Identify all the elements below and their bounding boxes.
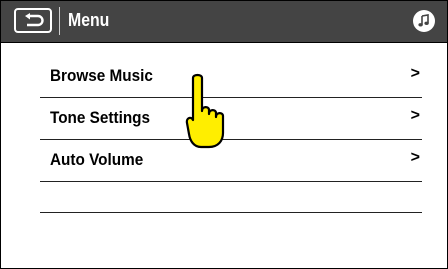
chevron-right-icon: > (410, 65, 420, 82)
music-source-button[interactable] (413, 10, 435, 32)
page-title: Menu (68, 10, 110, 30)
menu-item-label: Browse Music (50, 66, 153, 85)
empty-row-divider (40, 212, 422, 213)
chevron-right-icon: > (410, 107, 420, 124)
header-divider (59, 7, 60, 35)
menu-item-tone-settings[interactable]: Tone Settings > (40, 96, 422, 140)
hand-pointer-icon (185, 73, 225, 149)
menu-item-browse-music[interactable]: Browse Music > (40, 54, 422, 98)
return-arrow-icon (25, 13, 44, 27)
menu-item-label: Tone Settings (50, 108, 151, 127)
menu-item-auto-volume[interactable]: Auto Volume > (40, 138, 422, 182)
chevron-right-icon: > (410, 149, 420, 166)
menu-screen: Menu Browse Music > Tone Settings > Auto… (0, 0, 448, 269)
music-note-icon (418, 14, 429, 27)
header-bar: Menu (1, 1, 447, 43)
back-button[interactable] (14, 8, 52, 33)
menu-item-label: Auto Volume (50, 150, 144, 169)
